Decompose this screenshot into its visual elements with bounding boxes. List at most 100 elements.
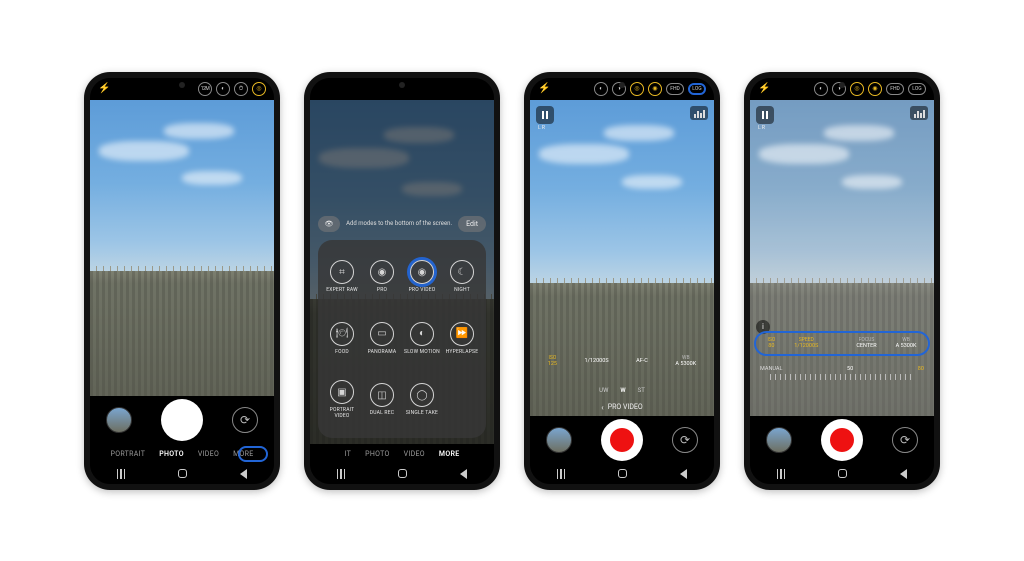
panel-hint: Add modes to the bottom of the screen. [340,220,458,227]
top-icon-row: ⚡ ◐ ◑ ◎ ◉ FHD LOG [750,78,934,100]
mode-photo[interactable]: PHOTO [365,450,390,458]
mode-slow-motion[interactable]: ◐ SLOW MOTION [402,309,442,368]
resolution-icon[interactable]: 12M [198,82,212,96]
flash-icon[interactable]: ⚡ [758,83,770,94]
top-icon-row: ⚡ ◐ ◑ ◎ ◉ FHD LOG [530,78,714,100]
nav-recents-icon[interactable] [557,469,566,479]
mode-expert-raw[interactable]: ⌗ EXPERT RAW [322,248,362,307]
nav-back-icon[interactable] [240,469,247,479]
zoom-w[interactable]: W [620,387,625,394]
zoom-uw[interactable]: UW [599,387,608,394]
mode-it[interactable]: IT [345,450,352,458]
param-iso[interactable]: ISO 125 [548,355,557,368]
nav-recents-icon[interactable] [337,469,346,479]
icon-e[interactable]: FHD [886,83,904,95]
viewfinder[interactable] [90,100,274,396]
pro-params-row-highlighted: ISO 80 SPEED 1/12000S FOCUS CENTER WB A … [754,331,930,356]
gallery-thumbnail[interactable] [546,427,572,453]
channel-indicator: L R [538,125,545,131]
iso-scale-slider[interactable] [770,374,914,380]
mode-pro-video[interactable]: ◉ PRO VIDEO [402,248,442,307]
portrait-video-icon: ▣ [330,380,354,404]
icon-b[interactable]: ◑ [832,82,846,96]
icon-c[interactable]: ◎ [850,82,864,96]
nav-recents-icon[interactable] [777,469,786,479]
record-button[interactable] [821,419,863,461]
param-focus[interactable]: FOCUS CENTER [856,337,876,350]
mode-pro[interactable]: ◉ PRO [362,248,402,307]
nav-back-icon[interactable] [460,469,467,479]
param-wb[interactable]: WB A 5300K [675,355,696,368]
icon-c[interactable]: ◎ [630,82,644,96]
nav-home-icon[interactable] [398,469,407,478]
zoom-st[interactable]: ST [638,387,645,394]
gallery-thumbnail[interactable] [106,407,132,433]
icon-d[interactable]: ◉ [648,82,662,96]
shutter-button[interactable] [161,399,203,441]
nav-back-icon[interactable] [900,469,907,479]
mode-hyperlapse[interactable]: ⏩ HYPERLAPSE [442,309,482,368]
current-mode-label: PRO VIDEO [608,403,643,411]
screen-1: ⚡ 12M ◐ ⏱ ◎ ⟳ PORTRAIT PHOTO VIDEO MORE [90,78,274,484]
icon-a[interactable]: ◐ [814,82,828,96]
phone-frame-3: ⚡ ◐ ◑ ◎ ◉ FHD LOG L R ISO 125 1/12000S [524,72,720,490]
mode-dual-rec[interactable]: ◫ DUAL REC [362,370,402,429]
nav-home-icon[interactable] [838,469,847,478]
icon-b[interactable]: ◑ [612,82,626,96]
mode-food[interactable]: 🍽 FOOD [322,309,362,368]
flash-icon[interactable]: ⚡ [538,83,550,94]
mode-panorama[interactable]: ▭ PANORAMA [362,309,402,368]
mode-single-take[interactable]: ◯ SINGLE TAKE [402,370,442,429]
screen-3: ⚡ ◐ ◑ ◎ ◉ FHD LOG L R ISO 125 1/12000S [530,78,714,484]
param-speed[interactable]: SPEED 1/12000S [794,337,818,350]
record-button[interactable] [601,419,643,461]
icon-d[interactable]: ◉ [868,82,882,96]
slow-motion-icon: ◐ [410,322,434,346]
mode-portrait-video[interactable]: ▣ PORTRAIT VIDEO [322,370,362,429]
param-wb[interactable]: WB A 5300K [896,337,917,350]
mode-night[interactable]: ☾ NIGHT [442,248,482,307]
log-toggle-icon[interactable]: LOG [908,83,926,95]
mode-more[interactable]: MORE [439,450,460,458]
icon-a[interactable]: ◐ [594,82,608,96]
gallery-thumbnail[interactable] [766,427,792,453]
mode-photo[interactable]: PHOTO [159,450,184,458]
viewfinder[interactable]: L R ISO 125 1/12000S AF-C WB A 5300K [530,100,714,416]
viewfinder[interactable]: L R i ISO 80 SPEED 1/12000S FOCUS CENTER [750,100,934,416]
top-icon-row: ⚡ 12M ◐ ⏱ ◎ [90,78,274,100]
mode-portrait[interactable]: PORTRAIT [110,450,145,458]
camera-flip-icon[interactable]: ⟳ [892,427,918,453]
mode-strip: IT PHOTO VIDEO MORE [310,444,494,464]
camera-flip-icon[interactable]: ⟳ [232,407,258,433]
nav-recents-icon[interactable] [117,469,126,479]
visibility-toggle-icon[interactable]: 👁 [318,216,340,232]
viewfinder[interactable]: 👁 Add modes to the bottom of the screen.… [310,100,494,444]
scale-right-value: 80 [918,366,924,372]
camera-flip-icon[interactable]: ⟳ [672,427,698,453]
nav-home-icon[interactable] [178,469,187,478]
nav-home-icon[interactable] [618,469,627,478]
param-shutter[interactable]: 1/12000S [585,358,609,365]
histogram-icon[interactable] [690,106,708,120]
nav-back-icon[interactable] [680,469,687,479]
histogram-icon[interactable] [910,106,928,120]
shutter-bar: ⟳ [530,416,714,464]
icon-e[interactable]: FHD [666,83,684,95]
pause-indicator-icon[interactable] [536,106,554,124]
mode-label-row[interactable]: ‹ PRO VIDEO [530,403,714,412]
android-nav-bar [310,464,494,484]
flash-icon[interactable]: ⚡ [98,83,110,94]
android-nav-bar [530,464,714,484]
edit-button[interactable]: Edit [458,216,486,232]
log-toggle-icon[interactable]: LOG [688,83,706,95]
param-focus[interactable]: AF-C [636,358,648,365]
param-iso[interactable]: ISO 80 [767,337,775,350]
mode-video[interactable]: VIDEO [404,450,425,458]
night-icon: ☾ [450,260,474,284]
timer-icon[interactable]: ⏱ [234,82,248,96]
ratio-icon[interactable]: ◐ [216,82,230,96]
panel-header: 👁 Add modes to the bottom of the screen.… [318,216,486,232]
motion-photo-icon[interactable]: ◎ [252,82,266,96]
mode-video[interactable]: VIDEO [198,450,219,458]
pause-indicator-icon[interactable] [756,106,774,124]
